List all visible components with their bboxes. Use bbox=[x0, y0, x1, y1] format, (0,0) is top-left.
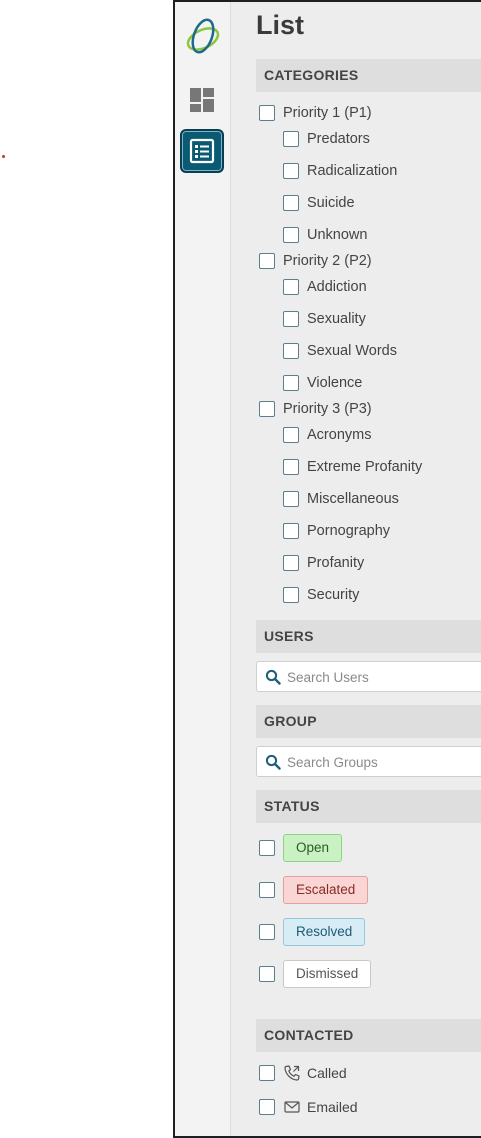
checkbox-violence[interactable] bbox=[283, 375, 299, 391]
category-label-profanity: Profanity bbox=[307, 555, 365, 571]
users-search-box bbox=[256, 661, 481, 692]
checkbox-unknown[interactable] bbox=[283, 227, 299, 243]
checkbox-emailed[interactable] bbox=[259, 1099, 275, 1115]
stray-marker bbox=[2, 155, 5, 158]
groups-search-box bbox=[256, 746, 481, 777]
status-badge-open: Open bbox=[283, 834, 343, 862]
checkbox-priority-3[interactable] bbox=[259, 401, 275, 417]
section-header-categories: CATEGORIES bbox=[256, 59, 481, 92]
checkbox-security[interactable] bbox=[283, 587, 299, 603]
category-label-pornography: Pornography bbox=[307, 523, 391, 539]
phone-icon bbox=[284, 1065, 300, 1081]
filter-panel: List CATEGORIES Priority 1 (P1) Predator… bbox=[232, 2, 481, 1136]
contacted-label-called: Called bbox=[307, 1065, 347, 1081]
dashboard-button[interactable] bbox=[180, 78, 224, 122]
section-header-contacted: CONTACTED bbox=[256, 1019, 481, 1052]
category-label-suicide: Suicide bbox=[307, 195, 355, 211]
priority-2-label: Priority 2 (P2) bbox=[283, 253, 372, 269]
checkbox-status-escalated[interactable] bbox=[259, 882, 275, 898]
search-users-input[interactable] bbox=[287, 667, 477, 687]
status-badge-dismissed: Dismissed bbox=[283, 960, 372, 988]
priority-3-label: Priority 3 (P3) bbox=[283, 401, 372, 417]
category-label-predators: Predators bbox=[307, 131, 370, 147]
mail-icon bbox=[284, 1101, 300, 1113]
section-header-group: GROUP bbox=[256, 705, 481, 738]
app-logo bbox=[186, 18, 220, 54]
category-label-acronyms: Acronyms bbox=[307, 427, 372, 443]
category-label-radicalization: Radicalization bbox=[307, 163, 398, 179]
checkbox-profanity[interactable] bbox=[283, 555, 299, 571]
checkbox-pornography[interactable] bbox=[283, 523, 299, 539]
checkbox-status-open[interactable] bbox=[259, 840, 275, 856]
list-icon bbox=[189, 138, 215, 164]
checkbox-suicide[interactable] bbox=[283, 195, 299, 211]
checkbox-priority-1[interactable] bbox=[259, 105, 275, 121]
category-label-addiction: Addiction bbox=[307, 279, 367, 295]
section-header-users: USERS bbox=[256, 620, 481, 653]
checkbox-sexual-words[interactable] bbox=[283, 343, 299, 359]
section-header-status: STATUS bbox=[256, 790, 481, 823]
checkbox-priority-2[interactable] bbox=[259, 253, 275, 269]
category-label-miscellaneous: Miscellaneous bbox=[307, 491, 399, 507]
app-window: List CATEGORIES Priority 1 (P1) Predator… bbox=[173, 0, 481, 1138]
checkbox-called[interactable] bbox=[259, 1065, 275, 1081]
contacted-label-emailed: Emailed bbox=[307, 1099, 358, 1115]
checkbox-status-dismissed[interactable] bbox=[259, 966, 275, 982]
search-groups-input[interactable] bbox=[287, 752, 477, 772]
checkbox-extreme-profanity[interactable] bbox=[283, 459, 299, 475]
category-label-violence: Violence bbox=[307, 375, 363, 391]
checkbox-predators[interactable] bbox=[283, 131, 299, 147]
priority-1-label: Priority 1 (P1) bbox=[283, 105, 372, 121]
category-label-unknown: Unknown bbox=[307, 227, 368, 243]
search-icon bbox=[265, 754, 281, 770]
checkbox-miscellaneous[interactable] bbox=[283, 491, 299, 507]
list-button[interactable] bbox=[180, 129, 224, 173]
status-badge-escalated: Escalated bbox=[283, 876, 369, 904]
page-title: List bbox=[256, 10, 305, 40]
dashboard-icon bbox=[190, 88, 214, 112]
search-icon bbox=[265, 669, 281, 685]
category-label-sexuality: Sexuality bbox=[307, 311, 366, 327]
category-label-sexual-words: Sexual Words bbox=[307, 343, 397, 359]
checkbox-radicalization[interactable] bbox=[283, 163, 299, 179]
category-label-security: Security bbox=[307, 587, 360, 603]
checkbox-acronyms[interactable] bbox=[283, 427, 299, 443]
nav-rail bbox=[175, 2, 231, 1136]
checkbox-sexuality[interactable] bbox=[283, 311, 299, 327]
checkbox-addiction[interactable] bbox=[283, 279, 299, 295]
checkbox-status-resolved[interactable] bbox=[259, 924, 275, 940]
category-label-extreme-profanity: Extreme Profanity bbox=[307, 459, 423, 475]
status-badge-resolved: Resolved bbox=[283, 918, 366, 946]
